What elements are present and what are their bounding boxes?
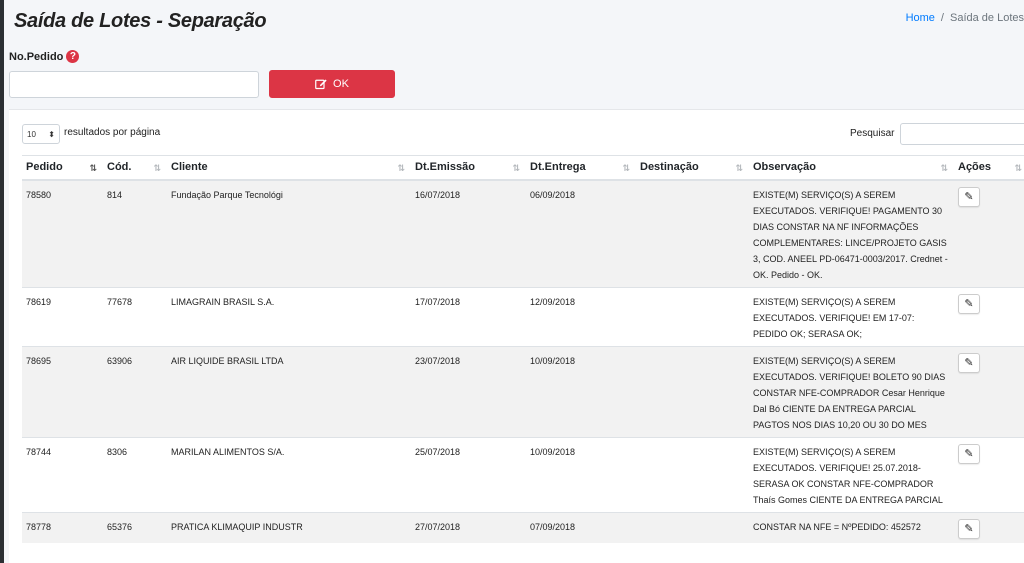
order-number-label-text: No.Pedido [9,50,64,63]
table-header-row: Pedido ⇅ Cód. ⇅ Cliente ⇅ Dt.Emissão ⇅ Dt.En… [22,155,1024,181]
cell-observacao: EXISTE(M) SERVIÇO(S) A SEREM EXECUTADOS.… [749,286,954,346]
edit-icon: ✎ [964,522,974,535]
sort-icon: ⇅ [153,163,161,173]
edit-icon [315,79,327,90]
cell-cliente: AIR LIQUIDE BRASIL LTDA [167,345,411,437]
sort-icon: ⇅ [735,163,743,173]
results-card: 10 ⬍ resultados por página Pesquisar Ped… [9,109,1024,563]
breadcrumb-separator: / [940,12,944,24]
sort-icon: ⇅ [512,163,520,173]
cell-pedido: 78619 [22,286,103,346]
cell-pedido: 78695 [22,345,103,437]
cell-observacao: CONSTAR NA NFE = NºPEDIDO: 452572 [749,511,954,543]
cell-cliente: PRATICA KLIMAQUIP INDUSTR [167,511,411,543]
edit-button[interactable]: ✎ [958,293,980,314]
cell-destinacao [636,179,749,287]
cell-dt-entrega: 06/09/2018 [526,179,636,287]
edit-icon: ✎ [964,356,974,369]
column-header-acoes[interactable]: Ações ⇅ [954,155,1024,181]
breadcrumb-current: Saída de Lotes [949,12,1024,24]
cell-destinacao [636,345,749,437]
column-header-cliente[interactable]: Cliente ⇅ [167,155,411,181]
page-length-value: 10 [27,129,36,139]
order-number-label: No.Pedido ? [9,50,80,63]
cell-observacao: EXISTE(M) SERVIÇO(S) A SEREM EXECUTADOS.… [749,345,954,437]
breadcrumb: Home / Saída de Lotes [906,12,1024,24]
cell-dt-emissao: 16/07/2018 [411,179,526,287]
table-row: 78580 814 Fundação Parque Tecnológi 16/0… [22,179,1024,287]
cell-cod: 8306 [103,436,167,512]
order-number-input[interactable] [9,71,259,98]
cell-acoes: ✎ [954,436,1024,512]
cell-acoes: ✎ [954,286,1024,346]
cell-cod: 814 [103,179,167,287]
page-length-select[interactable]: 10 ⬍ [22,124,60,144]
window-left-edge [0,0,4,563]
sort-asc-icon: ⇅ [89,163,97,173]
sort-icon: ⇅ [622,163,630,173]
select-arrows-icon: ⬍ [48,129,55,139]
cell-cliente: MARILAN ALIMENTOS S/A. [167,436,411,512]
ok-button[interactable]: OK [269,70,395,98]
page-header: Saída de Lotes - Separação Home / Saída de… [14,8,1024,36]
edit-icon: ✎ [964,447,974,460]
cell-dt-entrega: 10/09/2018 [526,345,636,437]
cell-dt-emissao: 27/07/2018 [411,511,526,543]
cell-acoes: ✎ [954,345,1024,437]
edit-button[interactable]: ✎ [958,186,980,207]
cell-dt-entrega: 07/09/2018 [526,511,636,543]
column-header-pedido[interactable]: Pedido ⇅ [22,155,103,181]
page-length-label: resultados por página [64,127,161,138]
cell-destinacao [636,511,749,543]
cell-pedido: 78744 [22,436,103,512]
column-header-observacao[interactable]: Observação ⇅ [749,155,954,181]
cell-dt-entrega: 10/09/2018 [526,436,636,512]
cell-acoes: ✎ [954,511,1024,543]
column-header-cod[interactable]: Cód. ⇅ [103,155,167,181]
ok-button-label: OK [333,78,349,90]
breadcrumb-home-link[interactable]: Home [906,12,935,24]
cell-destinacao [636,286,749,346]
edit-icon: ✎ [964,190,974,203]
cell-observacao: EXISTE(M) SERVIÇO(S) A SEREM EXECUTADOS.… [749,179,954,287]
cell-pedido: 78778 [22,511,103,543]
sort-icon: ⇅ [940,163,948,173]
page-title: Saída de Lotes - Separação [14,10,267,32]
sort-icon: ⇅ [397,163,405,173]
cell-cliente: Fundação Parque Tecnológi [167,179,411,287]
cell-observacao: EXISTE(M) SERVIÇO(S) A SEREM EXECUTADOS.… [749,436,954,512]
search-label: Pesquisar [850,128,895,139]
cell-dt-emissao: 23/07/2018 [411,345,526,437]
cell-dt-entrega: 12/09/2018 [526,286,636,346]
edit-icon: ✎ [964,297,974,310]
cell-dt-emissao: 17/07/2018 [411,286,526,346]
cell-cod: 77678 [103,286,167,346]
table-row: 78695 63906 AIR LIQUIDE BRASIL LTDA 23/0… [22,345,1024,437]
edit-button[interactable]: ✎ [958,352,980,373]
cell-cod: 63906 [103,345,167,437]
column-header-dt-emissao[interactable]: Dt.Emissão ⇅ [411,155,526,181]
column-header-dt-entrega[interactable]: Dt.Entrega ⇅ [526,155,636,181]
table-row: 78619 77678 LIMAGRAIN BRASIL S.A. 17/07/… [22,286,1024,346]
edit-button[interactable]: ✎ [958,518,980,539]
orders-table: Pedido ⇅ Cód. ⇅ Cliente ⇅ Dt.Emissão ⇅ Dt.En… [22,155,1024,543]
cell-pedido: 78580 [22,179,103,287]
help-icon[interactable]: ? [66,50,80,63]
search-input[interactable] [900,123,1024,145]
cell-acoes: ✎ [954,179,1024,287]
cell-destinacao [636,436,749,512]
edit-button[interactable]: ✎ [958,443,980,464]
cell-cliente: LIMAGRAIN BRASIL S.A. [167,286,411,346]
cell-cod: 65376 [103,511,167,543]
table-row: 78778 65376 PRATICA KLIMAQUIP INDUSTR 27… [22,511,1024,543]
cell-dt-emissao: 25/07/2018 [411,436,526,512]
sort-icon: ⇅ [1014,163,1022,173]
column-header-destinacao[interactable]: Destinação ⇅ [636,155,749,181]
table-row: 78744 8306 MARILAN ALIMENTOS S/A. 25/07/… [22,436,1024,512]
